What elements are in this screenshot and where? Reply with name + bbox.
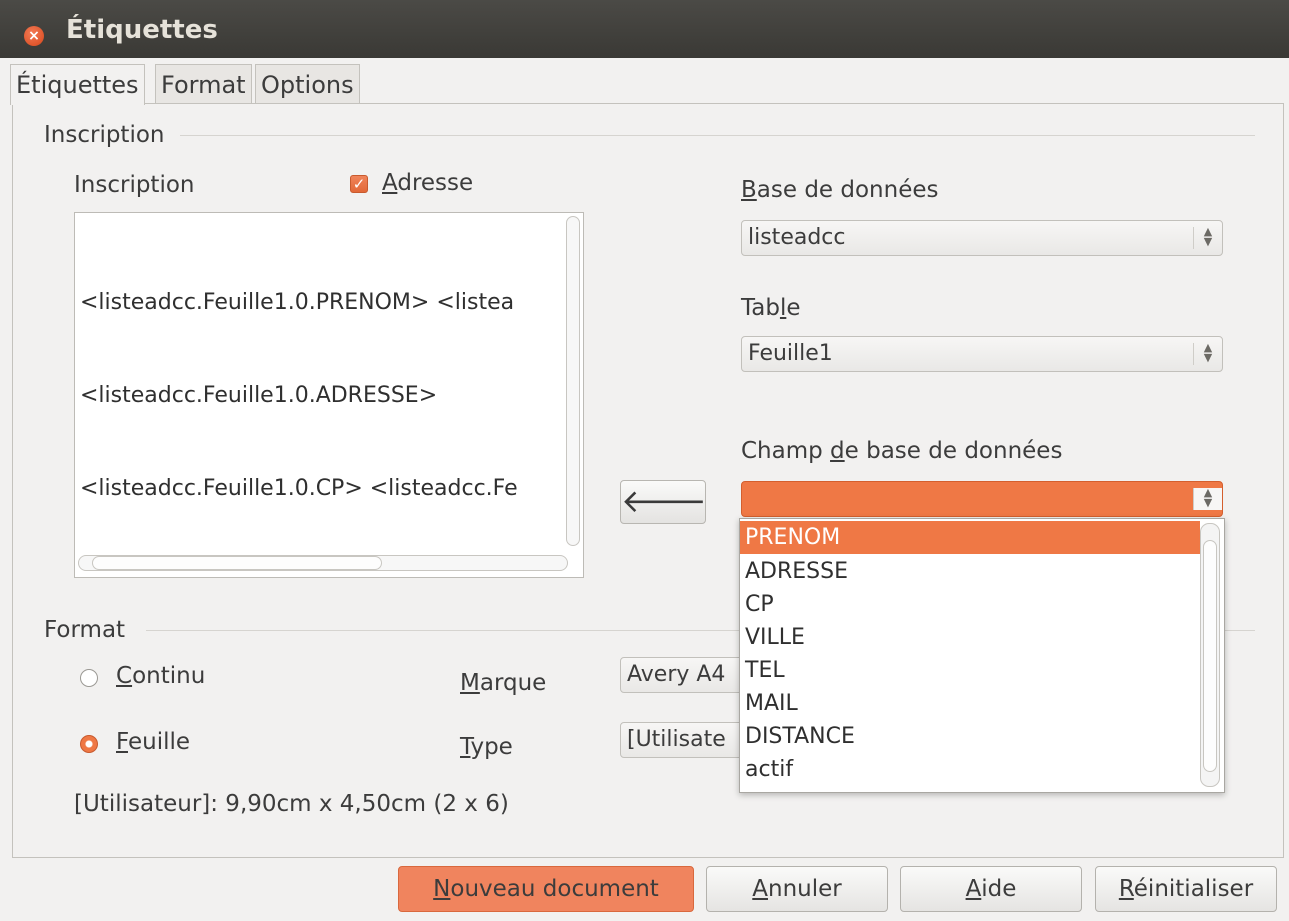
dropdown-option-ville[interactable]: VILLE [740, 621, 1200, 654]
help-button[interactable]: Aide [900, 866, 1082, 912]
new-document-button[interactable]: Nouveau document [398, 866, 694, 912]
chevron-updown-icon: ▲ ▼ [1193, 342, 1222, 365]
title-bar: × Étiquettes [0, 0, 1289, 58]
dropdown-option-distance[interactable]: DISTANCE [740, 720, 1200, 753]
dropdown-option-actif[interactable]: actif [740, 753, 1200, 786]
field-dropdown-list[interactable]: PRENOM ADRESSE CP VILLE TEL MAIL DISTANC… [739, 518, 1225, 793]
marque-select-value: Avery A4 [627, 662, 726, 687]
dropdown-scroll-thumb[interactable] [1203, 540, 1217, 772]
chevron-updown-icon: ▲ ▼ [1193, 226, 1222, 249]
tab-options[interactable]: Options [255, 64, 360, 104]
cancel-button[interactable]: Annuler [706, 866, 888, 912]
type-select-value: [Utilisate [627, 727, 726, 752]
database-label: Base de données [741, 177, 939, 203]
inscription-horizontal-scroll-thumb[interactable] [92, 556, 382, 570]
insert-field-button[interactable]: 🡐 [620, 480, 707, 524]
dropdown-option-adresse[interactable]: ADRESSE [740, 555, 1200, 588]
continu-radio[interactable] [80, 669, 98, 687]
continu-label[interactable]: Continu [116, 663, 205, 689]
inscription-line-1: <listeadcc.Feuille1.0.PRENOM> <listea [80, 290, 515, 315]
database-select[interactable]: listeadcc ▲ ▼ [741, 220, 1223, 256]
format-section-title: Format [44, 617, 126, 643]
address-checkbox[interactable]: ✓ [350, 175, 368, 193]
field-select[interactable]: ▲ ▼ [741, 481, 1223, 517]
inscription-line-2: <listeadcc.Feuille1.0.ADRESSE> [80, 383, 438, 408]
window-title: Étiquettes [66, 15, 218, 45]
inscription-textarea[interactable]: <listeadcc.Feuille1.0.PRENOM> <listea <l… [74, 212, 584, 578]
inscription-vertical-scrollbar[interactable] [566, 216, 580, 546]
close-icon[interactable]: × [24, 26, 44, 46]
type-label: Type [460, 734, 513, 760]
feuille-label[interactable]: Feuille [116, 729, 190, 755]
dropdown-option-tel[interactable]: TEL [740, 654, 1200, 687]
dropdown-option-cp[interactable]: CP [740, 588, 1200, 621]
table-select-value: Feuille1 [748, 341, 833, 366]
inscription-text: <listeadcc.Feuille1.0.PRENOM> <listea <l… [80, 225, 518, 566]
table-label: Table [741, 295, 801, 321]
inscription-section-title: Inscription [44, 122, 165, 148]
field-label: Champ de base de données [741, 438, 1063, 464]
inscription-divider [180, 135, 1255, 136]
chevron-updown-icon: ▲ ▼ [1193, 487, 1222, 510]
dropdown-option-prenom[interactable]: PRENOM [740, 521, 1200, 554]
tab-format[interactable]: Format [155, 64, 252, 104]
inscription-line-3: <listeadcc.Feuille1.0.CP> <listeadcc.Fe [80, 476, 518, 501]
tab-etiquettes[interactable]: Étiquettes [10, 64, 145, 105]
arrow-left-icon: 🡐 [621, 482, 707, 520]
feuille-radio[interactable] [80, 735, 98, 753]
format-summary: [Utilisateur]: 9,90cm x 4,50cm (2 x 6) [74, 791, 509, 817]
inscription-label: Inscription [74, 172, 195, 198]
table-select[interactable]: Feuille1 ▲ ▼ [741, 336, 1223, 372]
dropdown-option-mail[interactable]: MAIL [740, 687, 1200, 720]
reset-button[interactable]: Réinitialiser [1095, 866, 1277, 912]
address-checkbox-label[interactable]: Adresse [382, 170, 473, 196]
database-select-value: listeadcc [748, 225, 846, 250]
marque-label: Marque [460, 670, 547, 696]
